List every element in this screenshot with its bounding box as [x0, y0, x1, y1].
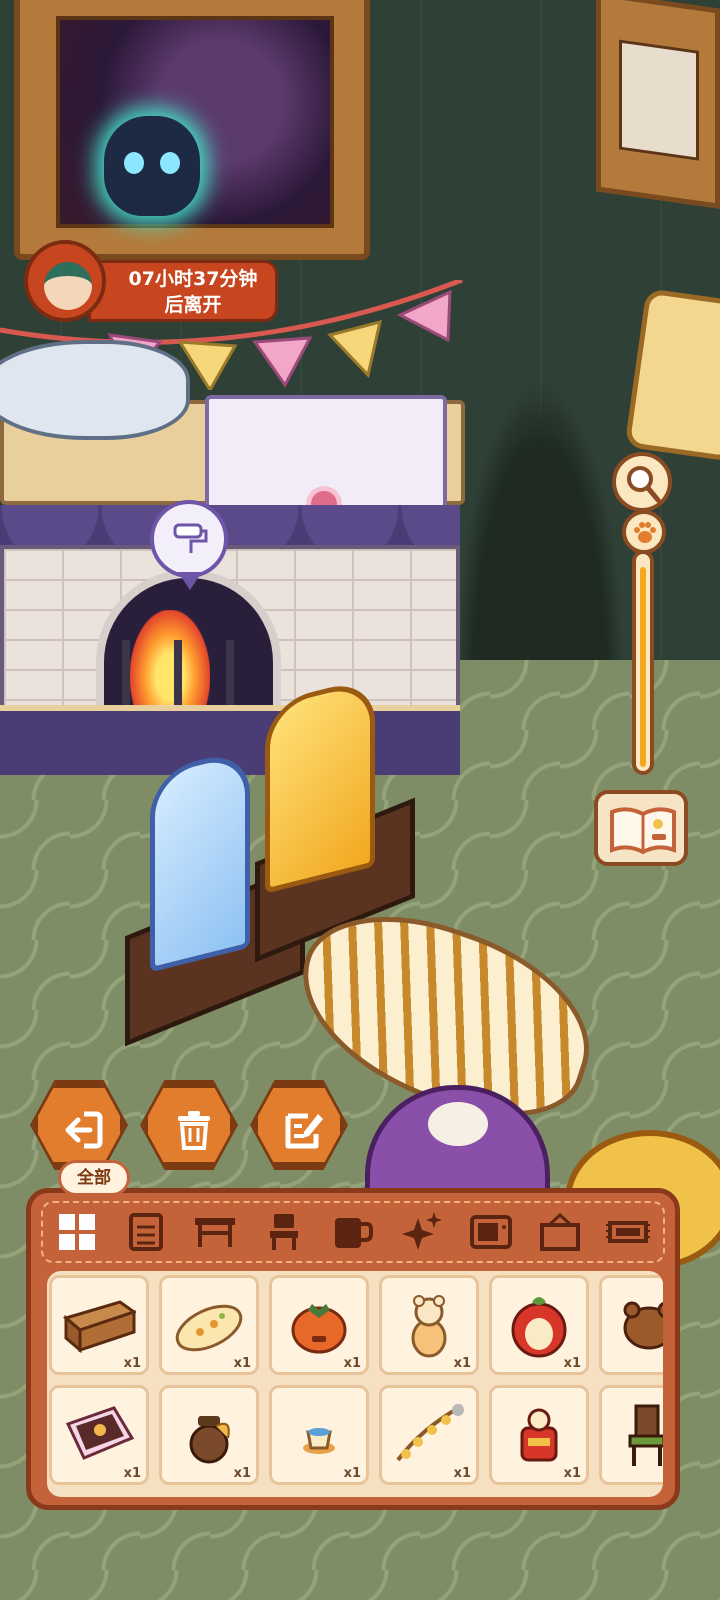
- item-slot[interactable]: x1: [49, 1275, 149, 1375]
- visitor-timer-line2: 后离开: [164, 294, 222, 316]
- item-slot[interactable]: x1: [269, 1275, 369, 1375]
- item-qty: x1: [123, 1356, 141, 1371]
- rug-icon: [606, 1221, 651, 1243]
- zoom-slider[interactable]: [620, 510, 666, 775]
- item-slot[interactable]: x1: [269, 1385, 369, 1485]
- edit-icon: [285, 1113, 323, 1149]
- small-picture-canvas: [619, 39, 699, 161]
- tv-icon: [469, 1215, 512, 1249]
- tab-rug[interactable]: [602, 1207, 654, 1257]
- skull-painting[interactable]: [14, 0, 370, 260]
- table-icon: [195, 1218, 236, 1247]
- inventory-panel: x1 x1 x1 x1 x1 x1 x1 x1 x1 x1: [26, 1188, 680, 1510]
- tab-appliance[interactable]: [465, 1207, 517, 1257]
- paint-roller-pin[interactable]: [150, 500, 228, 590]
- item-slot[interactable]: x1: [599, 1275, 663, 1375]
- item-grid[interactable]: x1 x1 x1 x1 x1 x1 x1 x1 x1 x1: [47, 1271, 663, 1497]
- gift-jar-icon: [520, 1408, 558, 1462]
- item-slot[interactable]: x1: [49, 1385, 149, 1485]
- fish-plush[interactable]: [0, 340, 190, 440]
- item-grid-inner: x1 x1 x1 x1 x1 x1 x1 x1 x1 x1: [47, 1271, 663, 1497]
- mug-icon: [334, 1218, 373, 1248]
- cushion-icon: [65, 1406, 135, 1460]
- omelette-rug-icon: [175, 1304, 243, 1352]
- teacup-icon: [303, 1428, 335, 1454]
- zoom-slider-track[interactable]: [632, 550, 654, 775]
- apple-seat-icon: [511, 1297, 567, 1358]
- item-slot[interactable]: x1: [159, 1275, 259, 1375]
- tab-table[interactable]: [189, 1207, 241, 1257]
- exit-icon: [65, 1111, 103, 1149]
- trophy-number-2[interactable]: [265, 676, 375, 894]
- grid-all-icon: [59, 1214, 96, 1250]
- tab-decor[interactable]: [396, 1207, 448, 1257]
- picture-frame-icon: [539, 1213, 580, 1251]
- item-qty: x1: [453, 1356, 471, 1371]
- trophy-number-1[interactable]: [150, 747, 250, 973]
- tab-mug[interactable]: [327, 1207, 379, 1257]
- item-slot[interactable]: x1: [379, 1275, 479, 1375]
- sparkle-icon: [401, 1212, 442, 1250]
- item-slot[interactable]: x1: [599, 1385, 663, 1485]
- zoom-slider-fill: [640, 567, 646, 767]
- item-slot[interactable]: x1: [489, 1385, 589, 1485]
- item-qty: x1: [233, 1466, 251, 1481]
- tab-wall-decor[interactable]: [534, 1207, 586, 1257]
- item-slot[interactable]: x1: [379, 1385, 479, 1485]
- honey-pot-icon: [189, 1416, 230, 1464]
- item-slot[interactable]: x1: [489, 1275, 589, 1375]
- trash-icon: [178, 1111, 210, 1150]
- item-slot[interactable]: x1: [159, 1385, 259, 1485]
- green-chair-icon: [628, 1404, 663, 1466]
- paint-roller-icon: [173, 523, 208, 553]
- tab-cabinet[interactable]: [120, 1207, 172, 1257]
- item-qty: x1: [343, 1466, 361, 1481]
- magnifier-icon: [627, 466, 661, 503]
- guide-book-button[interactable]: [594, 790, 688, 866]
- flower-garland-icon: [396, 1404, 464, 1462]
- cabinet-icon: [129, 1213, 164, 1251]
- item-qty: x1: [453, 1466, 471, 1481]
- zoom-slider-thumb[interactable]: [622, 510, 666, 554]
- avatar-face: [44, 262, 92, 310]
- item-qty: x1: [123, 1466, 141, 1481]
- item-qty: x1: [563, 1356, 581, 1371]
- category-tab-bar: [41, 1201, 665, 1263]
- paw-icon: [634, 522, 656, 543]
- visitor-timer: 07小时37分钟 后离开: [88, 260, 278, 322]
- tab-chair[interactable]: [258, 1207, 310, 1257]
- persimmon-icon: [291, 1304, 347, 1354]
- tab-all-label: 全部: [58, 1160, 130, 1196]
- open-book-icon: [610, 807, 676, 855]
- zoom-button[interactable]: [612, 452, 672, 512]
- chair-icon: [270, 1214, 299, 1250]
- ghost-skull: [104, 116, 200, 216]
- visitor-avatar[interactable]: [24, 240, 106, 322]
- wooden-bench-icon: [62, 1300, 136, 1354]
- tab-all[interactable]: [51, 1207, 103, 1257]
- item-qty: x1: [343, 1356, 361, 1371]
- bear-stool-icon: [623, 1301, 663, 1350]
- visitor-timer-line1: 07小时37分钟: [128, 268, 258, 290]
- bear-figurine-icon: [411, 1295, 447, 1358]
- item-qty: x1: [233, 1356, 251, 1371]
- item-qty: x1: [563, 1466, 581, 1481]
- wall-shadow: [455, 380, 625, 680]
- small-picture-frame[interactable]: [596, 0, 720, 209]
- painting-canvas: [56, 16, 334, 228]
